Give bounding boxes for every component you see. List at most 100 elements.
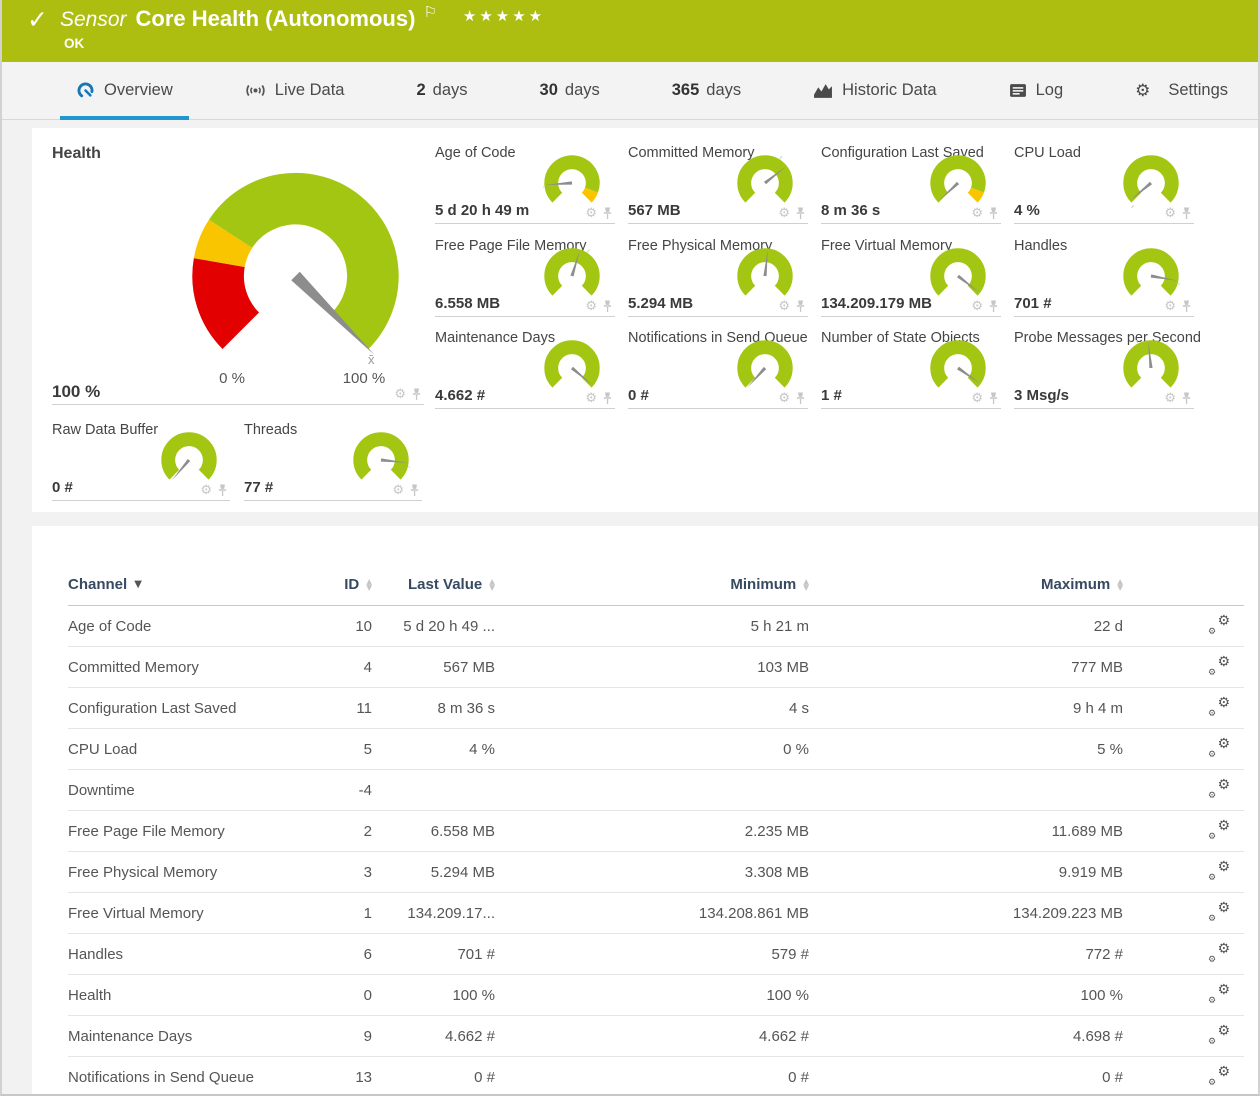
pin-icon[interactable] xyxy=(795,392,806,405)
tab-live-data[interactable]: Live Data xyxy=(229,62,361,119)
table-row-free-virtual-memory[interactable]: Free Virtual Memory1134.209.17...134.208… xyxy=(68,893,1244,934)
gauge-tile-cpu-load[interactable]: CPU Load4 %⚙ xyxy=(1014,145,1194,224)
channel-id: -4 xyxy=(308,782,372,799)
channel-id: 9 xyxy=(308,1028,372,1045)
gear-icon[interactable]: ⚙ xyxy=(971,207,983,220)
sort-arrows-icon[interactable]: ▲▼ xyxy=(1117,579,1123,590)
priority-stars[interactable]: ★★★★★ xyxy=(463,7,545,25)
pin-icon[interactable] xyxy=(217,484,228,497)
pin-icon[interactable] xyxy=(988,207,999,220)
tab-number: 2 xyxy=(416,81,425,100)
gauge-dial xyxy=(352,430,410,490)
pin-icon[interactable] xyxy=(988,392,999,405)
gear-icon[interactable]: ⚙ xyxy=(971,300,983,313)
column-header-channel[interactable]: Channel▼ xyxy=(68,576,308,593)
gauge-max-label: 100 % xyxy=(334,370,394,387)
table-row-committed-memory[interactable]: Committed Memory4567 MB103 MB777 MB⚙⚙ xyxy=(68,647,1244,688)
sort-desc-icon[interactable]: ▼ xyxy=(134,579,142,590)
gauge-tile-notifications-in-send-queue[interactable]: Notifications in Send Queue0 #⚙ xyxy=(628,330,808,409)
edit-channel-settings-icon[interactable]: ⚙⚙ xyxy=(1208,861,1230,883)
column-header-maximum[interactable]: Maximum▲▼ xyxy=(809,576,1123,593)
status-badge: OK xyxy=(64,36,84,51)
gauge-tile-maintenance-days[interactable]: Maintenance Days4.662 #⚙ xyxy=(435,330,615,409)
gauge-tile-number-of-state-objects[interactable]: Number of State Objects1 #⚙ xyxy=(821,330,1001,409)
column-header-id[interactable]: ID▲▼ xyxy=(308,576,372,593)
column-header-last-value[interactable]: Last Value▲▼ xyxy=(372,576,495,593)
pin-icon[interactable] xyxy=(1181,207,1192,220)
table-row-cpu-load[interactable]: CPU Load54 %0 %5 %⚙⚙ xyxy=(68,729,1244,770)
gauge-tile-configuration-last-saved[interactable]: Configuration Last Saved8 m 36 s⚙ xyxy=(821,145,1001,224)
channel-last-value: 4 % xyxy=(372,741,495,758)
gear-icon[interactable]: ⚙ xyxy=(200,484,212,497)
edit-channel-settings-icon[interactable]: ⚙⚙ xyxy=(1208,902,1230,924)
tile-actions: ⚙ xyxy=(971,207,999,220)
gauge-tile-health[interactable]: Health 0 % 100 % x̄ 100 % ⚙ xyxy=(52,145,424,405)
gear-icon[interactable]: ⚙ xyxy=(585,207,597,220)
pin-icon[interactable] xyxy=(602,207,613,220)
table-row-age-of-code[interactable]: Age of Code105 d 20 h 49 ...5 h 21 m22 d… xyxy=(68,606,1244,647)
table-row-health[interactable]: Health0100 %100 %100 %⚙⚙ xyxy=(68,975,1244,1016)
gauge-tile-probe-messages-per-second[interactable]: Probe Messages per Second3 Msg/s⚙ xyxy=(1014,330,1194,409)
tab-settings[interactable]: ⚙Settings xyxy=(1119,62,1244,119)
table-row-free-physical-memory[interactable]: Free Physical Memory35.294 MB3.308 MB9.9… xyxy=(68,852,1244,893)
edit-channel-settings-icon[interactable]: ⚙⚙ xyxy=(1208,943,1230,965)
gauge-tile-threads[interactable]: Threads77 #⚙ xyxy=(244,422,422,501)
edit-channel-settings-icon[interactable]: ⚙⚙ xyxy=(1208,656,1230,678)
table-row-notifications-in-send-queue[interactable]: Notifications in Send Queue130 #0 #0 #⚙⚙ xyxy=(68,1057,1244,1096)
gauge-tile-handles[interactable]: Handles701 #⚙ xyxy=(1014,238,1194,317)
gauge-tile-free-page-file-memory[interactable]: Free Page File Memory6.558 MB⚙ xyxy=(435,238,615,317)
column-label: Last Value xyxy=(408,576,482,593)
edit-channel-settings-icon[interactable]: ⚙⚙ xyxy=(1208,820,1230,842)
channel-name: Health xyxy=(68,987,308,1004)
table-row-free-page-file-memory[interactable]: Free Page File Memory26.558 MB2.235 MB11… xyxy=(68,811,1244,852)
flag-icon[interactable]: ⚐ xyxy=(423,3,436,21)
tab-30-days[interactable]: 30days xyxy=(524,62,616,119)
gear-icon[interactable]: ⚙ xyxy=(1164,392,1176,405)
gear-icon[interactable]: ⚙ xyxy=(1164,300,1176,313)
edit-channel-settings-icon[interactable]: ⚙⚙ xyxy=(1208,1066,1230,1088)
pin-icon[interactable] xyxy=(795,207,806,220)
edit-channel-settings-icon[interactable]: ⚙⚙ xyxy=(1208,779,1230,801)
pin-icon[interactable] xyxy=(795,300,806,313)
pin-icon[interactable] xyxy=(411,388,422,401)
gauge-tile-free-physical-memory[interactable]: Free Physical Memory5.294 MB⚙ xyxy=(628,238,808,317)
edit-channel-settings-icon[interactable]: ⚙⚙ xyxy=(1208,615,1230,637)
gauge-tile-free-virtual-memory[interactable]: Free Virtual Memory134.209.179 MB⚙ xyxy=(821,238,1001,317)
column-header-minimum[interactable]: Minimum▲▼ xyxy=(495,576,809,593)
gear-icon[interactable]: ⚙ xyxy=(1164,207,1176,220)
pin-icon[interactable] xyxy=(409,484,420,497)
pin-icon[interactable] xyxy=(1181,392,1192,405)
table-row-downtime[interactable]: Downtime-4⚙⚙ xyxy=(68,770,1244,811)
pin-icon[interactable] xyxy=(602,392,613,405)
gauge-tile-committed-memory[interactable]: Committed Memory567 MB⚙ xyxy=(628,145,808,224)
edit-channel-settings-icon[interactable]: ⚙⚙ xyxy=(1208,738,1230,760)
edit-channel-settings-icon[interactable]: ⚙⚙ xyxy=(1208,697,1230,719)
pin-icon[interactable] xyxy=(602,300,613,313)
channel-minimum: 3.308 MB xyxy=(495,864,809,881)
gauge-tile-age-of-code[interactable]: Age of Code5 d 20 h 49 m⚙ xyxy=(435,145,615,224)
gear-icon[interactable]: ⚙ xyxy=(971,392,983,405)
tab-2-days[interactable]: 2days xyxy=(400,62,483,119)
tab-label: days xyxy=(565,81,600,100)
gear-icon[interactable]: ⚙ xyxy=(392,484,404,497)
tab-log[interactable]: Log xyxy=(993,62,1080,119)
gear-icon[interactable]: ⚙ xyxy=(778,207,790,220)
pin-icon[interactable] xyxy=(1181,300,1192,313)
gear-icon[interactable]: ⚙ xyxy=(778,300,790,313)
tab-365-days[interactable]: 365days xyxy=(656,62,757,119)
gear-icon[interactable]: ⚙ xyxy=(394,388,406,401)
edit-channel-settings-icon[interactable]: ⚙⚙ xyxy=(1208,984,1230,1006)
gear-icon[interactable]: ⚙ xyxy=(778,392,790,405)
gauge-tile-raw-data-buffer[interactable]: Raw Data Buffer0 #⚙ xyxy=(52,422,230,501)
gear-icon[interactable]: ⚙ xyxy=(585,392,597,405)
gauge-value: 100 % xyxy=(52,382,100,402)
edit-channel-settings-icon[interactable]: ⚙⚙ xyxy=(1208,1025,1230,1047)
table-row-handles[interactable]: Handles6701 #579 #772 #⚙⚙ xyxy=(68,934,1244,975)
gear-icon[interactable]: ⚙ xyxy=(585,300,597,313)
table-row-maintenance-days[interactable]: Maintenance Days94.662 #4.662 #4.698 #⚙⚙ xyxy=(68,1016,1244,1057)
table-row-configuration-last-saved[interactable]: Configuration Last Saved118 m 36 s4 s9 h… xyxy=(68,688,1244,729)
tab-historic-data[interactable]: Historic Data xyxy=(797,62,952,119)
pin-icon[interactable] xyxy=(988,300,999,313)
tab-overview[interactable]: Overview xyxy=(60,62,189,119)
channel-name: Configuration Last Saved xyxy=(68,700,308,717)
